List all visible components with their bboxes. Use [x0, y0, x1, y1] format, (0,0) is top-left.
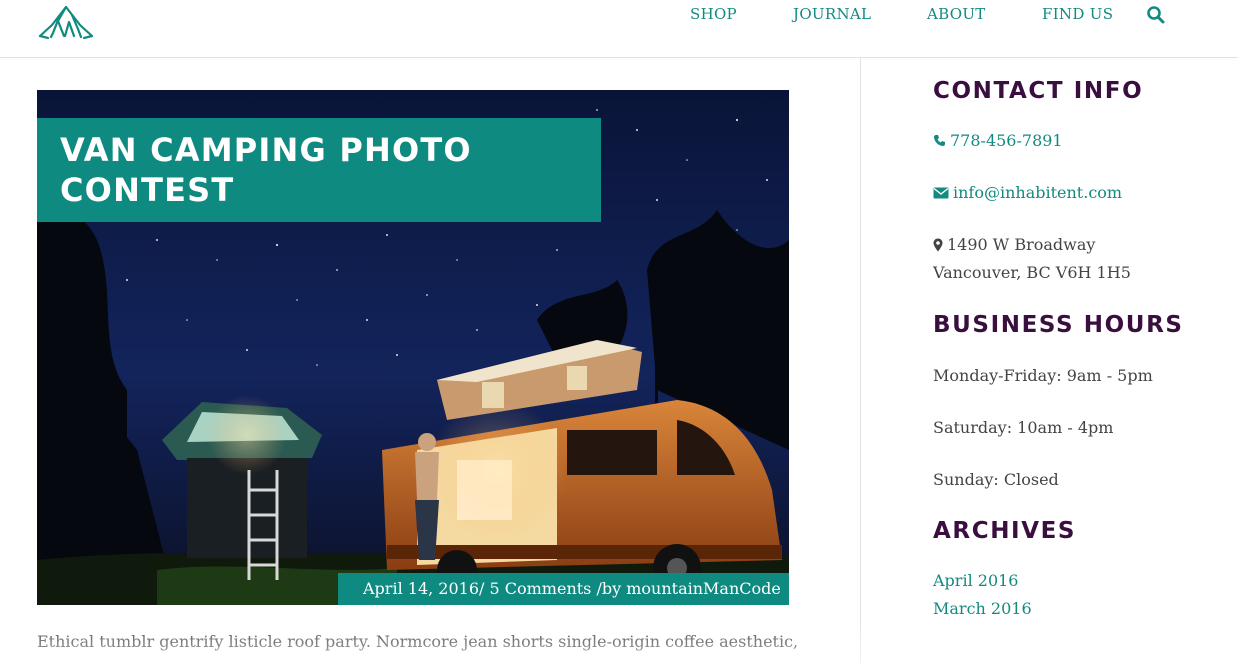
- contact-info-heading: CONTACT INFO: [933, 78, 1144, 104]
- site-header: SHOP JOURNAL ABOUT FIND US: [0, 0, 1238, 58]
- address-line-2: Vancouver, BC V6H 1H5: [933, 263, 1131, 282]
- address-line-1: 1490 W Broadway: [933, 235, 1095, 254]
- nav-journal[interactable]: JOURNAL: [793, 5, 871, 23]
- hours-sunday: Sunday: Closed: [933, 470, 1059, 489]
- hours-weekdays: Monday-Friday: 9am - 5pm: [933, 366, 1153, 385]
- map-marker-icon: [933, 238, 943, 251]
- archive-link-march-2016[interactable]: March 2016: [933, 599, 1032, 618]
- post-title-banner: VAN CAMPING PHOTO CONTEST: [37, 118, 601, 222]
- post-meta: April 14, 2016/ 5 Comments /by mountainM…: [338, 573, 789, 605]
- hours-saturday: Saturday: 10am - 4pm: [933, 418, 1114, 437]
- archive-link-april-2016[interactable]: April 2016: [933, 571, 1018, 590]
- nav-find-us[interactable]: FIND US: [1042, 5, 1113, 23]
- archives-heading: ARCHIVES: [933, 518, 1077, 544]
- email-address: info@inhabitent.com: [953, 183, 1123, 202]
- search-icon[interactable]: [1146, 5, 1166, 25]
- business-hours-heading: BUSINESS HOURS: [933, 312, 1184, 338]
- address-street: 1490 W Broadway: [947, 235, 1096, 254]
- sidebar-divider: [860, 58, 861, 663]
- envelope-icon: [933, 187, 949, 198]
- post-comments-link[interactable]: 5 Comments: [484, 579, 596, 598]
- post-excerpt: Ethical tumblr gentrify listicle roof pa…: [37, 632, 799, 651]
- post-author[interactable]: /by mountainManCode: [596, 579, 780, 598]
- nav-about[interactable]: ABOUT: [927, 5, 986, 23]
- phone-link[interactable]: 778-456-7891: [933, 131, 1063, 150]
- main-nav: SHOP JOURNAL ABOUT FIND US: [0, 5, 1238, 29]
- post-date[interactable]: April 14, 2016/: [363, 579, 484, 598]
- nav-shop[interactable]: SHOP: [690, 5, 737, 23]
- phone-number: 778-456-7891: [950, 131, 1063, 150]
- post-title[interactable]: VAN CAMPING PHOTO CONTEST: [60, 130, 601, 210]
- email-link[interactable]: info@inhabitent.com: [933, 183, 1122, 202]
- phone-icon: [934, 135, 945, 146]
